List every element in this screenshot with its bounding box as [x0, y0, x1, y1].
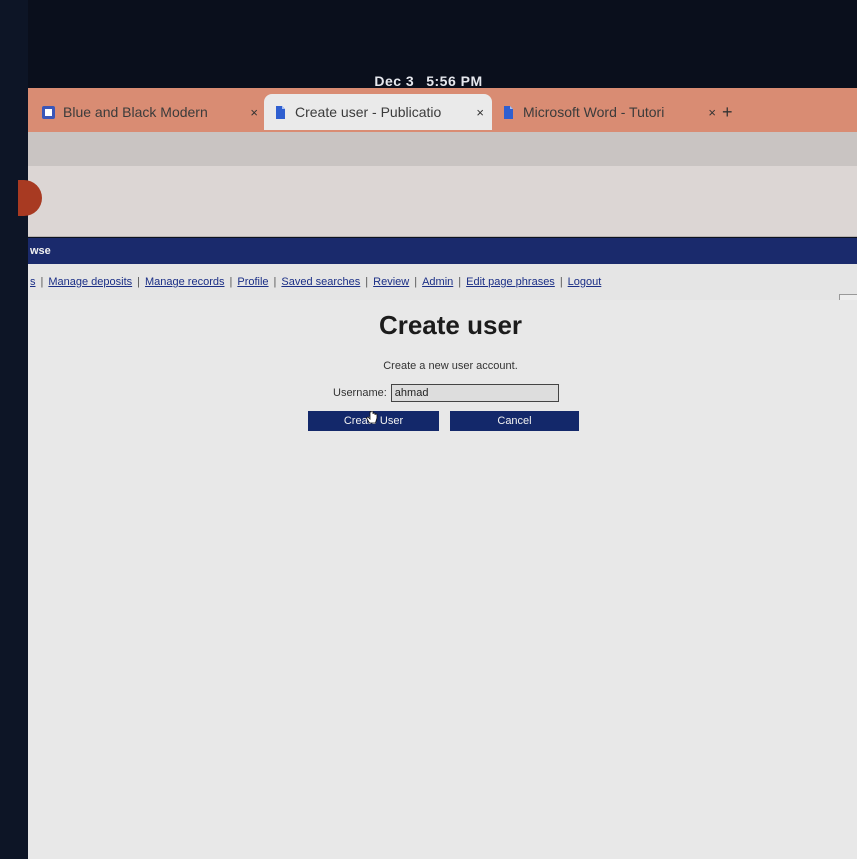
doc-icon — [276, 105, 285, 119]
tab-blue-and-black-modern[interactable]: Blue and Black Modern × — [32, 94, 258, 130]
browser-toolbar — [28, 132, 857, 166]
close-icon[interactable]: × — [708, 105, 716, 120]
browser-bookmark-bar — [28, 166, 857, 237]
doc-icon — [42, 105, 55, 119]
site-header: wse — [28, 238, 857, 264]
nav-link-review[interactable]: Review — [373, 276, 409, 288]
nav-separator: | — [273, 276, 277, 288]
close-icon[interactable]: × — [476, 105, 484, 120]
hand-cursor-icon — [366, 411, 378, 424]
new-tab-button[interactable]: + — [722, 102, 733, 123]
nav-separator: | — [414, 276, 418, 288]
nav-link-admin[interactable]: Admin — [422, 276, 453, 288]
tab-microsoft-word[interactable]: Microsoft Word - Tutori × — [492, 94, 716, 130]
nav-separator: | — [365, 276, 369, 288]
site-header-text[interactable]: wse — [30, 245, 51, 257]
nav-link-edit-page-phrases[interactable]: Edit page phrases — [466, 276, 555, 288]
nav-link-manage-records[interactable]: Manage records — [145, 276, 225, 288]
close-icon[interactable]: × — [250, 105, 258, 120]
tab-title: Blue and Black Modern — [63, 104, 208, 120]
username-input[interactable] — [390, 384, 559, 402]
username-row: Username: — [333, 384, 559, 402]
tab-title: Microsoft Word - Tutori — [523, 104, 665, 120]
system-clock: Dec 3 5:56 PM — [0, 73, 857, 89]
cancel-button[interactable]: Cancel — [450, 411, 579, 431]
clock-time: 5:56 PM — [426, 73, 483, 89]
main-content: Create user Create a new user account. U… — [28, 300, 857, 859]
nav-link-profile[interactable]: Profile — [237, 276, 268, 288]
tab-create-user[interactable]: Create user - Publicatio × — [264, 94, 492, 130]
nav-link-logout[interactable]: Logout — [568, 276, 602, 288]
tab-title: Create user - Publicatio — [295, 104, 442, 120]
nav-separator: | — [40, 276, 44, 288]
page-title: Create user — [378, 310, 523, 340]
nav-separator: | — [559, 276, 563, 288]
browser-tab-strip: Blue and Black Modern × Create user - Pu… — [28, 88, 857, 132]
nav-link-saved-searches[interactable]: Saved searches — [281, 276, 360, 288]
clock-date: Dec 3 — [374, 73, 415, 89]
site-nav: s | Manage deposits | Manage records | Prof… — [28, 264, 857, 300]
nav-link-partial[interactable]: s — [30, 276, 36, 288]
nav-separator: | — [458, 276, 462, 288]
nav-separator: | — [137, 276, 140, 288]
nav-link-manage-deposits[interactable]: Manage deposits — [48, 276, 132, 288]
doc-icon — [504, 105, 513, 119]
page-subtitle: Create a new user account. — [383, 360, 518, 372]
nav-separator: | — [229, 276, 233, 288]
screen-bezel-left — [0, 0, 28, 859]
username-label: Username: — [333, 387, 387, 399]
